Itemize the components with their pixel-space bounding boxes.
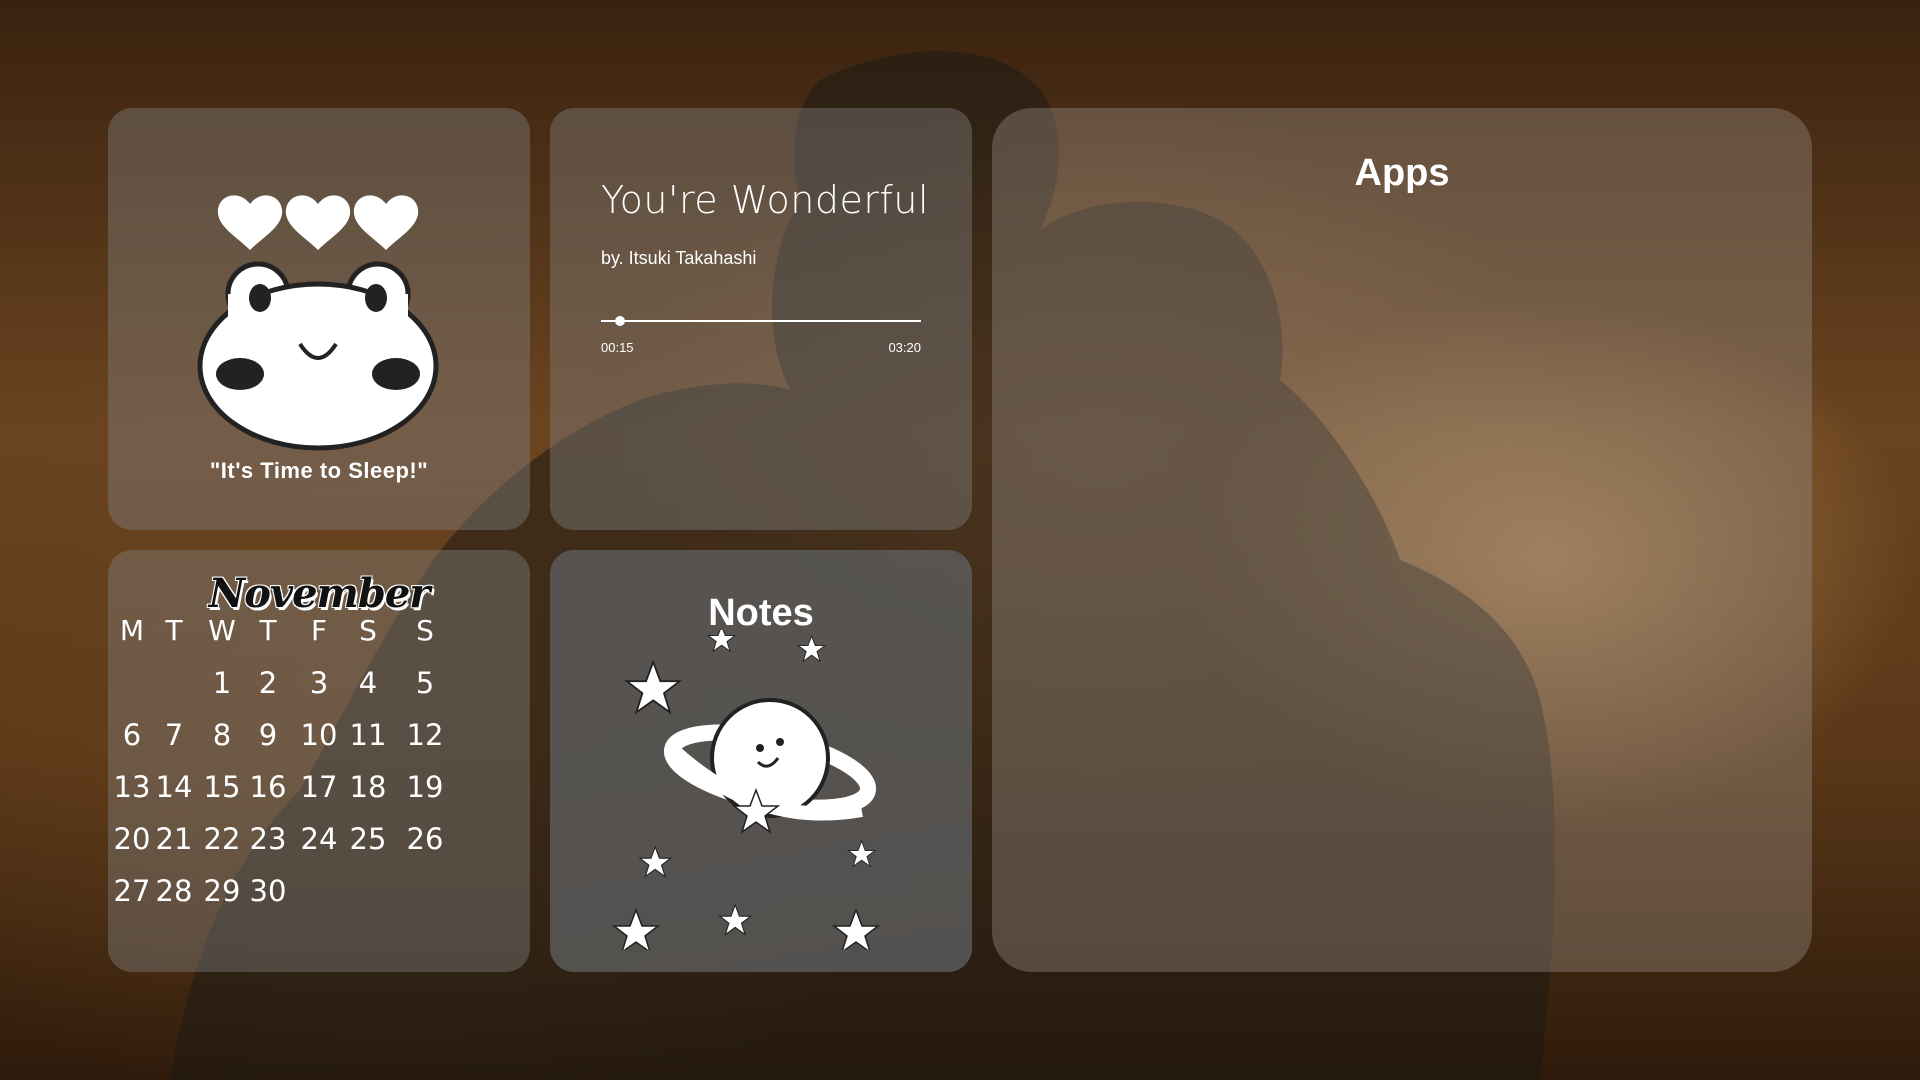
heart-icon <box>353 195 419 250</box>
apps-widget[interactable]: Apps <box>992 108 1812 972</box>
calendar-weekday: T <box>165 614 183 647</box>
calendar-day[interactable]: 6 <box>110 718 154 752</box>
calendar-day[interactable]: 16 <box>246 770 290 804</box>
star-icon <box>638 845 673 878</box>
progress-bar[interactable] <box>601 316 921 326</box>
calendar-day[interactable]: 27 <box>110 874 154 908</box>
calendar-day[interactable]: 12 <box>403 718 447 752</box>
notes-title: Notes <box>708 592 814 634</box>
song-title: You're Wonderful <box>601 178 930 222</box>
calendar-weekday: S <box>359 614 377 647</box>
calendar-day[interactable]: 3 <box>297 666 341 700</box>
calendar-day[interactable]: 28 <box>152 874 196 908</box>
calendar-day[interactable]: 29 <box>200 874 244 908</box>
calendar-weekday: W <box>208 614 236 647</box>
planet-icon <box>611 630 881 950</box>
progress-thumb[interactable] <box>615 316 626 326</box>
song-artist: by. Itsuki Takahashi <box>601 248 757 268</box>
star-icon <box>718 903 753 936</box>
calendar-day[interactable]: 11 <box>346 718 390 752</box>
star-icon <box>611 907 661 950</box>
calendar-day[interactable]: 9 <box>246 718 290 752</box>
notes-widget[interactable]: Notes <box>550 550 972 972</box>
calendar-weekday: S <box>416 614 434 647</box>
calendar-weekday: F <box>310 614 328 647</box>
calendar-day[interactable]: 21 <box>152 822 196 856</box>
calendar-weekday: T <box>259 614 277 647</box>
calendar-day[interactable]: 4 <box>346 666 390 700</box>
star-icon <box>707 630 737 653</box>
calendar-day[interactable]: 23 <box>246 822 290 856</box>
calendar-day[interactable]: 15 <box>200 770 244 804</box>
heart-icon <box>217 195 283 250</box>
calendar-day[interactable]: 13 <box>110 770 154 804</box>
calendar-day[interactable]: 22 <box>200 822 244 856</box>
frog-caption: "It's Time to Sleep!" <box>209 458 429 483</box>
calendar-day[interactable]: 2 <box>246 666 290 700</box>
music-player-widget[interactable]: You're Wonderful by. Itsuki Takahashi 00… <box>550 108 972 530</box>
calendar-day[interactable]: 10 <box>297 718 341 752</box>
calendar-weekday: M <box>119 614 145 647</box>
calendar-day[interactable]: 1 <box>200 666 244 700</box>
calendar-day[interactable]: 18 <box>346 770 390 804</box>
star-icon <box>831 907 881 950</box>
apps-title: Apps <box>1354 152 1450 194</box>
calendar-day[interactable]: 7 <box>152 718 196 752</box>
total-time: 03:20 <box>888 340 921 355</box>
calendar-widget[interactable]: November M T W T F S S 1 2 3 4 5 6 7 8 9 10 11 12 13 14 15 16 1… <box>108 550 530 972</box>
current-time: 00:15 <box>601 340 634 355</box>
calendar-day[interactable]: 30 <box>246 874 290 908</box>
calendar-day[interactable]: 14 <box>152 770 196 804</box>
calendar-day[interactable]: 20 <box>110 822 154 856</box>
star-icon <box>847 839 877 868</box>
star-icon <box>624 659 683 715</box>
frog-widget[interactable]: "It's Time to Sleep!" <box>108 108 530 530</box>
calendar-day[interactable]: 19 <box>403 770 447 804</box>
calendar-day[interactable]: 26 <box>403 822 447 856</box>
calendar-day[interactable]: 25 <box>346 822 390 856</box>
star-icon <box>797 634 827 663</box>
heart-icon <box>285 195 351 250</box>
calendar-day[interactable]: 8 <box>200 718 244 752</box>
frog-face-icon <box>197 195 439 451</box>
calendar-month: November <box>208 570 431 617</box>
calendar-day[interactable]: 5 <box>403 666 447 700</box>
calendar-day[interactable]: 17 <box>297 770 341 804</box>
calendar-day[interactable]: 24 <box>297 822 341 856</box>
